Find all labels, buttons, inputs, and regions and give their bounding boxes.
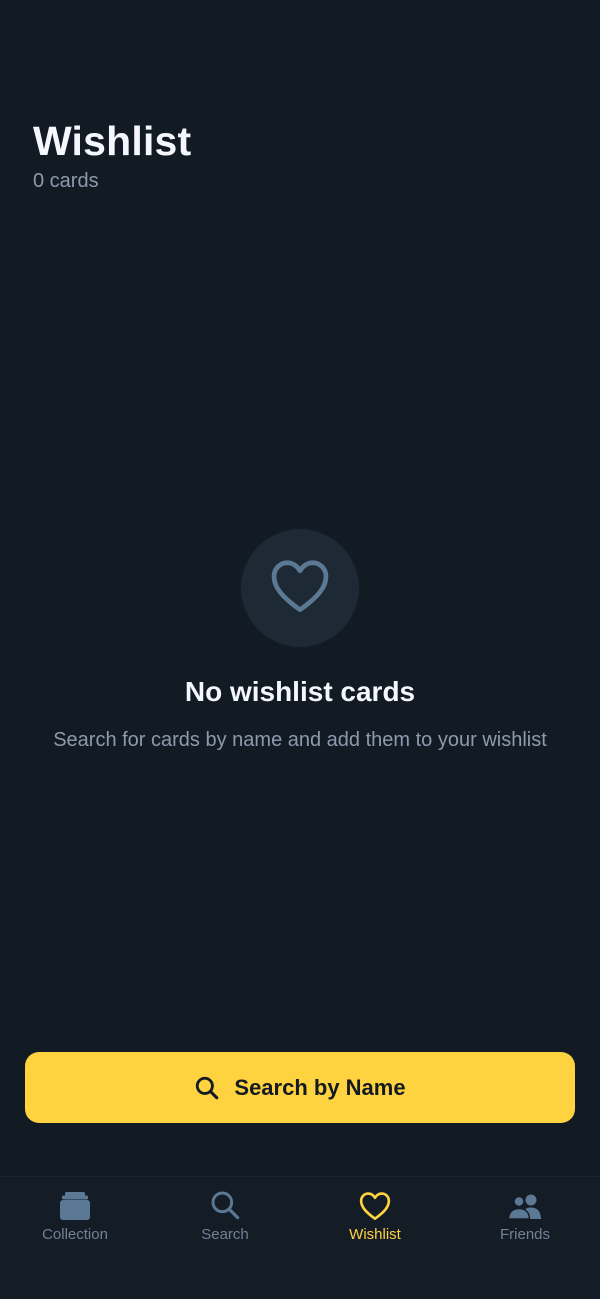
page-title: Wishlist (33, 118, 192, 164)
empty-state-description: Search for cards by name and add them to… (53, 729, 547, 751)
nav-label-collection: Collection (42, 1226, 108, 1243)
heart-icon (359, 1187, 391, 1221)
page-header: Wishlist 0 cards (33, 117, 191, 193)
search-by-name-button[interactable]: Search by Name (25, 1052, 575, 1123)
nav-item-search[interactable]: Search (150, 1187, 300, 1244)
heart-icon (270, 558, 330, 619)
search-by-name-label: Search by Name (234, 1074, 406, 1100)
status-bar-area (0, 0, 600, 95)
nav-label-friends: Friends (499, 1226, 551, 1243)
nav-item-collection[interactable]: Collection (0, 1187, 150, 1244)
empty-state-icon-circle (241, 529, 359, 647)
empty-state-title: No wishlist cards (184, 676, 416, 707)
nav-item-wishlist[interactable]: Wishlist (300, 1187, 450, 1244)
nav-label-search: Search (201, 1226, 249, 1243)
search-icon (209, 1187, 241, 1221)
cards-stack-icon (58, 1187, 92, 1221)
empty-state: No wishlist cards Search for cards by na… (0, 529, 600, 755)
search-icon (194, 1075, 220, 1101)
nav-label-wishlist: Wishlist (349, 1226, 401, 1243)
nav-item-friends[interactable]: Friends (450, 1187, 600, 1244)
card-count: 0 cards (33, 170, 99, 192)
bottom-nav: Collection Search Wishlist Friends (0, 1176, 600, 1299)
friends-icon (507, 1187, 543, 1221)
